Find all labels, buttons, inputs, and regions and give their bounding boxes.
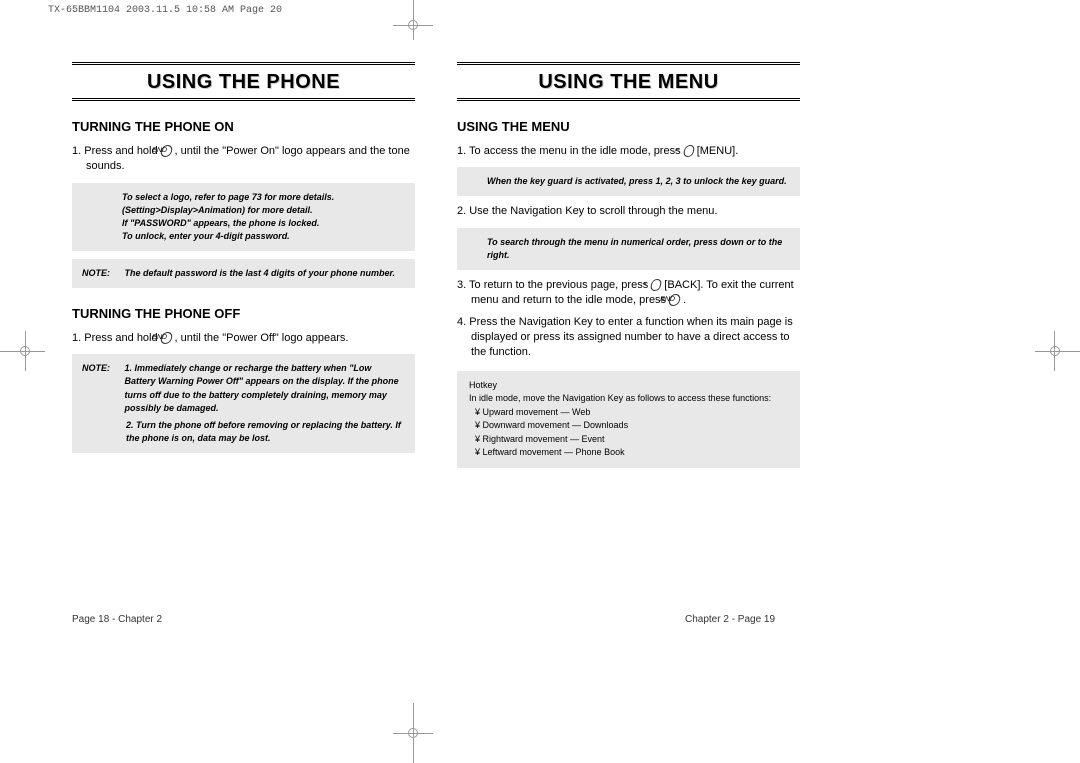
heading-phone-off: TURNING THE PHONE OFF: [72, 306, 415, 321]
crop-mark-bottom: [413, 703, 414, 763]
text-fragment: 1. To access the menu in the idle mode, …: [457, 145, 684, 157]
note-line: To select a logo, refer to page 73 for m…: [82, 191, 405, 217]
left-page: USING THE PHONE TURNING THE PHONE ON 1. …: [72, 62, 415, 468]
footer-right: Chapter 2 - Page 19: [685, 614, 775, 625]
heading-phone-on: TURNING THE PHONE ON: [72, 119, 415, 134]
phone-on-step1: 1. Press and hold END , until the "Power…: [86, 144, 415, 175]
note-box-battery: NOTE: 1. Immediately change or recharge …: [72, 354, 415, 452]
hotkey-item-right: ¥ Rightward movement — Event: [475, 433, 788, 447]
text-fragment: [MENU].: [694, 145, 739, 157]
hotkey-item-up: ¥ Upward movement — Web: [475, 406, 788, 420]
menu-step1: 1. To access the menu in the idle mode, …: [471, 144, 800, 159]
text-fragment: 1. Press and hold: [72, 332, 161, 344]
note-line: To unlock, enter your 4-digit password.: [82, 230, 405, 243]
text-fragment: .: [680, 294, 686, 306]
menu-step3: 3. To return to the previous page, press…: [471, 278, 800, 309]
note-box-logo-password: To select a logo, refer to page 73 for m…: [72, 183, 415, 251]
hotkey-item-down: ¥ Downward movement — Downloads: [475, 419, 788, 433]
note-box-default-password: NOTE: The default password is the last 4…: [72, 259, 415, 288]
menu-step4: 4. Press the Navigation Key to enter a f…: [471, 315, 800, 361]
hotkey-intro: In idle mode, move the Navigation Key as…: [469, 392, 788, 406]
note-body: To search through the menu in numerical …: [467, 236, 790, 262]
text-fragment: 3. To return to the previous page, press: [457, 279, 651, 291]
note-item-2: 2. Turn the phone off before removing or…: [82, 419, 405, 445]
hotkey-box: Hotkey In idle mode, move the Navigation…: [457, 371, 800, 468]
note-body: The default password is the last 4 digit…: [125, 267, 404, 280]
menu-step2: 2. Use the Navigation Key to scroll thro…: [471, 204, 800, 219]
note-body: When the key guard is activated, press 1…: [467, 175, 790, 188]
phone-off-step1: 1. Press and hold END , until the "Power…: [86, 331, 415, 346]
text-fragment: , until the "Power Off" logo appears.: [171, 332, 348, 344]
page-spread: USING THE PHONE TURNING THE PHONE ON 1. …: [72, 62, 800, 468]
right-page: USING THE MENU USING THE MENU 1. To acce…: [457, 62, 800, 468]
print-job-header: TX-65BBM1104 2003.11.5 10:58 AM Page 20: [48, 5, 282, 16]
hotkey-item-left: ¥ Leftward movement — Phone Book: [475, 446, 788, 460]
note-label: NOTE:: [82, 362, 122, 375]
note-line: If "PASSWORD" appears, the phone is lock…: [82, 217, 405, 230]
footer-left: Page 18 - Chapter 2: [72, 614, 162, 625]
text-fragment: 1. Press and hold: [72, 145, 161, 157]
crop-mark-top: [413, 0, 414, 40]
note-box-keyguard: When the key guard is activated, press 1…: [457, 167, 800, 196]
note-item-1: 1. Immediately change or recharge the ba…: [125, 362, 404, 414]
note-label: NOTE:: [82, 267, 122, 280]
crop-mark-right: [1035, 351, 1080, 352]
crop-mark-left: [0, 351, 45, 352]
heading-using-menu: USING THE MENU: [457, 119, 800, 134]
hotkey-title: Hotkey: [469, 379, 788, 393]
chapter-title-left: USING THE PHONE: [72, 62, 415, 101]
chapter-title-right: USING THE MENU: [457, 62, 800, 101]
note-box-numerical: To search through the menu in numerical …: [457, 228, 800, 270]
